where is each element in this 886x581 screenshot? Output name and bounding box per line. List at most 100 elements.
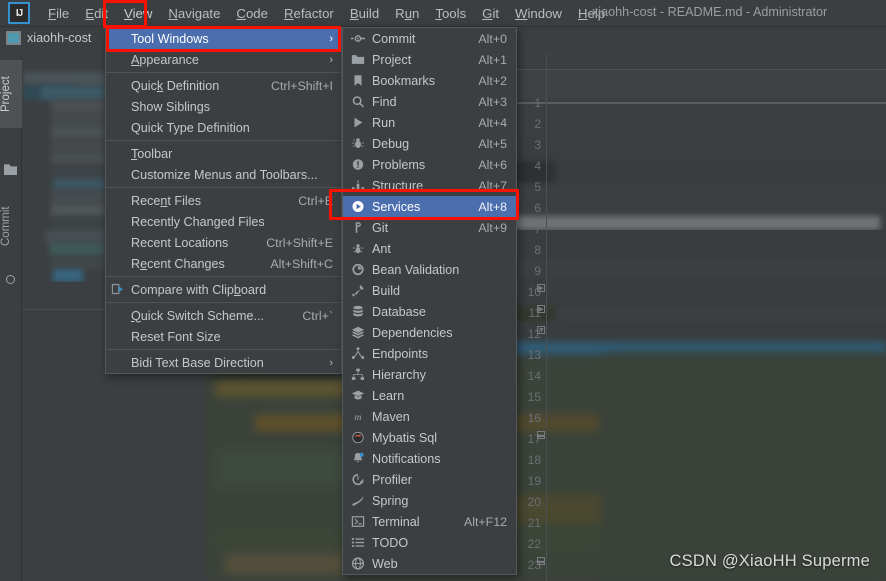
view-menu-item-recent-changes[interactable]: Recent Changes Alt+Shift+C (106, 253, 341, 274)
tool-window-shortcut: Alt+5 (478, 136, 507, 151)
tool-window-item-endpoints[interactable]: Endpoints (343, 343, 516, 364)
line-number: 16 (527, 411, 541, 425)
menu-git[interactable]: Git (474, 3, 507, 24)
tool-window-label: Commit (372, 31, 416, 46)
menu-item-label: Reset Font Size (131, 329, 221, 344)
view-menu-item-recently-changed-files[interactable]: Recently Changed Files (106, 211, 341, 232)
view-menu-item-quick-definition[interactable]: Quick Definition Ctrl+Shift+I (106, 75, 341, 96)
tool-window-item-git[interactable]: Git Alt+9 (343, 217, 516, 238)
tool-window-label: Services (372, 199, 421, 214)
sidebar-item-project[interactable]: Project (0, 60, 22, 128)
menu-item-label: Bidi Text Base Direction (131, 355, 264, 370)
tool-window-item-bean-validation[interactable]: Bean Validation (343, 259, 516, 280)
tool-window-label: Dependencies (372, 325, 453, 340)
tool-window-item-mybatis-sql[interactable]: Mybatis Sql (343, 427, 516, 448)
project-module-icon (6, 31, 21, 45)
tool-window-item-terminal[interactable]: Terminal Alt+F12 (343, 511, 516, 532)
menu-item-label: Appearance (131, 52, 199, 67)
sidebar-item-commit[interactable]: Commit (0, 190, 22, 262)
menu-view[interactable]: View (116, 3, 160, 24)
view-menu-item-compare-with-clipboard[interactable]: Compare with Clipboard (106, 279, 341, 300)
menu-code[interactable]: Code (228, 3, 276, 24)
logo-text: IJ (15, 7, 23, 19)
tool-window-label: Database (372, 304, 426, 319)
menu-window[interactable]: Window (507, 3, 570, 24)
line-number: 15 (527, 390, 541, 404)
tool-window-shortcut: Alt+2 (478, 73, 507, 88)
sidebar-item-project-label: Project (0, 76, 12, 112)
tool-window-item-database[interactable]: Database (343, 301, 516, 322)
code-fold-marker[interactable]: ▶ (537, 305, 545, 313)
tool-window-label: Learn (372, 388, 405, 403)
view-dropdown-menu[interactable]: Tool Windows › Appearance › Quick Definition… (105, 27, 342, 374)
tool-window-item-problems[interactable]: Problems Alt+6 (343, 154, 516, 175)
tool-window-item-dependencies[interactable]: Dependencies (343, 322, 516, 343)
menu-navigate[interactable]: Navigate (160, 3, 228, 24)
commit-icon (350, 31, 365, 46)
tool-window-item-commit[interactable]: Commit Alt+0 (343, 28, 516, 49)
view-menu-item-tool-windows[interactable]: Tool Windows › (106, 28, 341, 49)
tool-window-shortcut: Alt+1 (478, 52, 507, 67)
watermark-label: CSDN @XiaoHH Superme (669, 552, 870, 570)
view-menu-item-bidi-text-base-direction[interactable]: Bidi Text Base Direction › (106, 352, 341, 373)
view-menu-item-recent-files[interactable]: Recent Files Ctrl+E (106, 190, 341, 211)
database-icon (350, 304, 365, 319)
menu-separator (106, 349, 341, 350)
hierarchy-icon (350, 367, 365, 382)
warning-icon (350, 157, 365, 172)
tool-window-label: Structure (372, 178, 424, 193)
ide-window: IJ File Edit View Navigate Code Refactor Build… (0, 0, 886, 581)
menu-item-label: Recently Changed Files (131, 214, 265, 229)
tool-windows-submenu[interactable]: Commit Alt+0 Project Alt+1 Bookmarks Alt+2 Fin… (342, 27, 517, 575)
menu-refactor[interactable]: Refactor (276, 3, 342, 24)
maven-icon: m (350, 409, 365, 424)
menu-file[interactable]: File (40, 3, 77, 24)
menu-edit[interactable]: Edit (77, 3, 116, 24)
code-fold-marker[interactable]: ▬ (537, 431, 545, 439)
tool-window-item-build[interactable]: Build (343, 280, 516, 301)
code-fold-marker[interactable]: ▬ (537, 557, 545, 565)
tool-window-label: Bookmarks (372, 73, 435, 88)
left-tool-window-stripe: Project Commit (0, 54, 22, 581)
bug-icon (350, 136, 365, 151)
view-menu-item-appearance[interactable]: Appearance › (106, 49, 341, 70)
tool-window-item-run[interactable]: Run Alt+4 (343, 112, 516, 133)
tool-window-item-maven[interactable]: m Maven (343, 406, 516, 427)
tool-window-item-todo[interactable]: TODO (343, 532, 516, 553)
tool-window-item-structure[interactable]: Structure Alt+7 (343, 175, 516, 196)
hammer-icon (350, 283, 365, 298)
menu-run[interactable]: Run (387, 3, 427, 24)
view-menu-item-reset-font-size[interactable]: Reset Font Size (106, 326, 341, 347)
tool-window-item-find[interactable]: Find Alt+3 (343, 91, 516, 112)
tool-window-item-notifications[interactable]: Notifications (343, 448, 516, 469)
tool-window-item-ant[interactable]: Ant (343, 238, 516, 259)
tool-window-item-web[interactable]: Web (343, 553, 516, 574)
sidebar-item-commit-label: Commit (0, 206, 12, 246)
menu-tools[interactable]: Tools (427, 3, 474, 24)
tool-window-item-services[interactable]: Services Alt+8 (343, 196, 516, 217)
tool-window-item-project[interactable]: Project Alt+1 (343, 49, 516, 70)
view-menu-item-recent-locations[interactable]: Recent Locations Ctrl+Shift+E (106, 232, 341, 253)
tool-window-item-profiler[interactable]: Profiler (343, 469, 516, 490)
project-tree-panel[interactable] (23, 54, 105, 581)
code-fold-marker[interactable]: ▼ (537, 326, 545, 334)
project-chip[interactable]: xiaohh-cost (6, 31, 91, 45)
profiler-icon (350, 472, 365, 487)
tool-window-item-spring[interactable]: Spring (343, 490, 516, 511)
view-menu-item-customize-menus-and-toolbars[interactable]: Customize Menus and Toolbars... (106, 164, 341, 185)
bean-icon (350, 262, 365, 277)
view-menu-item-toolbar[interactable]: Toolbar (106, 143, 341, 164)
tool-window-item-bookmarks[interactable]: Bookmarks Alt+2 (343, 70, 516, 91)
tool-window-item-hierarchy[interactable]: Hierarchy (343, 364, 516, 385)
view-menu-item-show-siblings[interactable]: Show Siblings (106, 96, 341, 117)
commit-icon (6, 275, 15, 284)
tool-window-shortcut: Alt+8 (478, 199, 507, 214)
todo-list-icon (350, 535, 365, 550)
code-fold-marker[interactable]: ▶ (537, 284, 545, 292)
menu-build[interactable]: Build (342, 3, 387, 24)
tool-window-item-debug[interactable]: Debug Alt+5 (343, 133, 516, 154)
view-menu-item-quick-type-definition[interactable]: Quick Type Definition (106, 117, 341, 138)
view-menu-item-quick-switch-scheme[interactable]: Quick Switch Scheme... Ctrl+` (106, 305, 341, 326)
tool-window-item-learn[interactable]: Learn (343, 385, 516, 406)
spring-leaf-icon (350, 493, 365, 508)
